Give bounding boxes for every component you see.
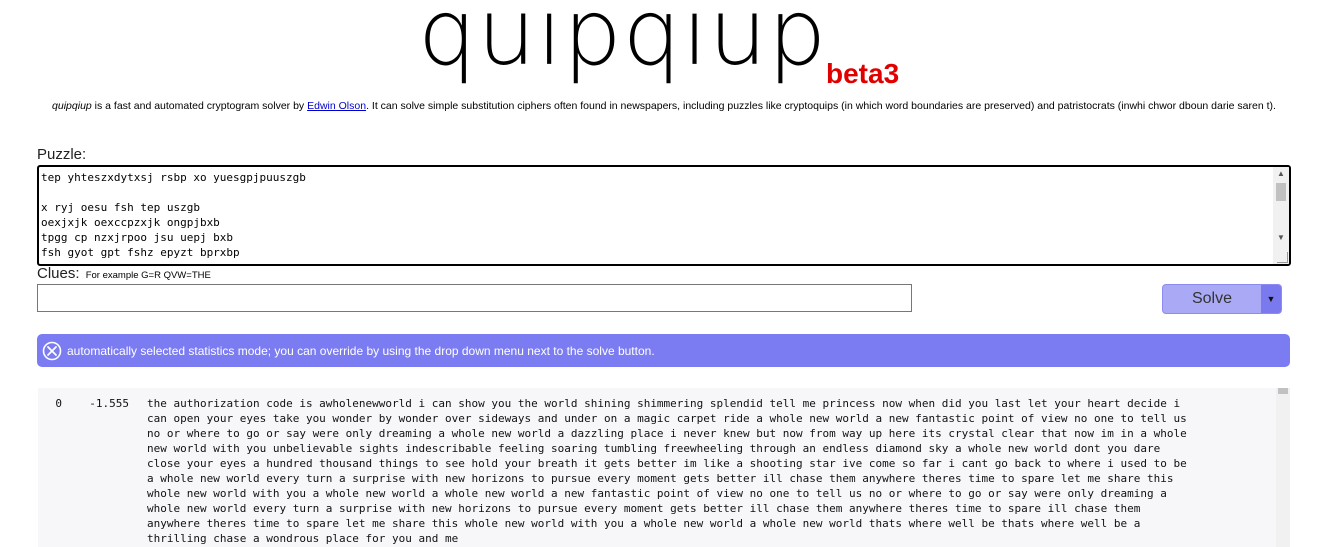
solve-mode-dropdown-icon[interactable]: ▼ xyxy=(1261,285,1281,313)
results-scrollbar[interactable]: ▲ xyxy=(1276,388,1290,547)
status-banner: automatically selected statistics mode; … xyxy=(37,334,1290,367)
clues-label-text: Clues: xyxy=(37,265,80,282)
results-scroll-thumb[interactable] xyxy=(1278,388,1288,394)
status-message: automatically selected statistics mode; … xyxy=(67,344,655,358)
puzzle-scrollbar[interactable]: ▲ ▼ xyxy=(1273,167,1289,264)
scroll-down-icon[interactable]: ▼ xyxy=(1273,231,1289,245)
scroll-up-icon[interactable]: ▲ xyxy=(1273,167,1289,181)
solve-button[interactable]: Solve ▼ xyxy=(1162,284,1282,314)
solve-label[interactable]: Solve xyxy=(1163,285,1261,313)
header: quipqiup beta3 xyxy=(0,0,1332,95)
description: quipqiup is a fast and automated cryptog… xyxy=(38,99,1290,113)
results-list: 0 -1.555 the authorization code is awhol… xyxy=(38,388,1290,547)
scroll-thumb[interactable] xyxy=(1276,183,1286,201)
logo: quipqiup xyxy=(418,0,828,86)
close-circle-icon[interactable] xyxy=(42,341,62,361)
result-text: the authorization code is awholenewworld… xyxy=(147,397,1187,545)
app-name: quipqiup xyxy=(52,100,92,112)
clues-input[interactable] xyxy=(37,284,912,312)
author-link[interactable]: Edwin Olson xyxy=(307,100,366,112)
clues-hint: For example G=R QVW=THE xyxy=(85,270,211,281)
result-score: -1.555 xyxy=(89,397,129,410)
description-text-1: is a fast and automated cryptogram solve… xyxy=(91,100,308,112)
resize-grip-icon[interactable] xyxy=(1277,252,1288,263)
result-index: 0 xyxy=(55,397,62,410)
puzzle-textarea[interactable]: tep yhteszxdytxsj rsbp xo yuesgpjpuuszgb… xyxy=(37,165,1291,266)
puzzle-text[interactable]: tep yhteszxdytxsj rsbp xo yuesgpjpuuszgb… xyxy=(41,170,1271,260)
beta-badge: beta3 xyxy=(826,58,900,89)
puzzle-label: Puzzle: xyxy=(37,146,87,163)
description-text-2: . It can solve simple substitution ciphe… xyxy=(366,100,1276,112)
clues-label: Clues: For example G=R QVW=THE xyxy=(37,265,211,282)
